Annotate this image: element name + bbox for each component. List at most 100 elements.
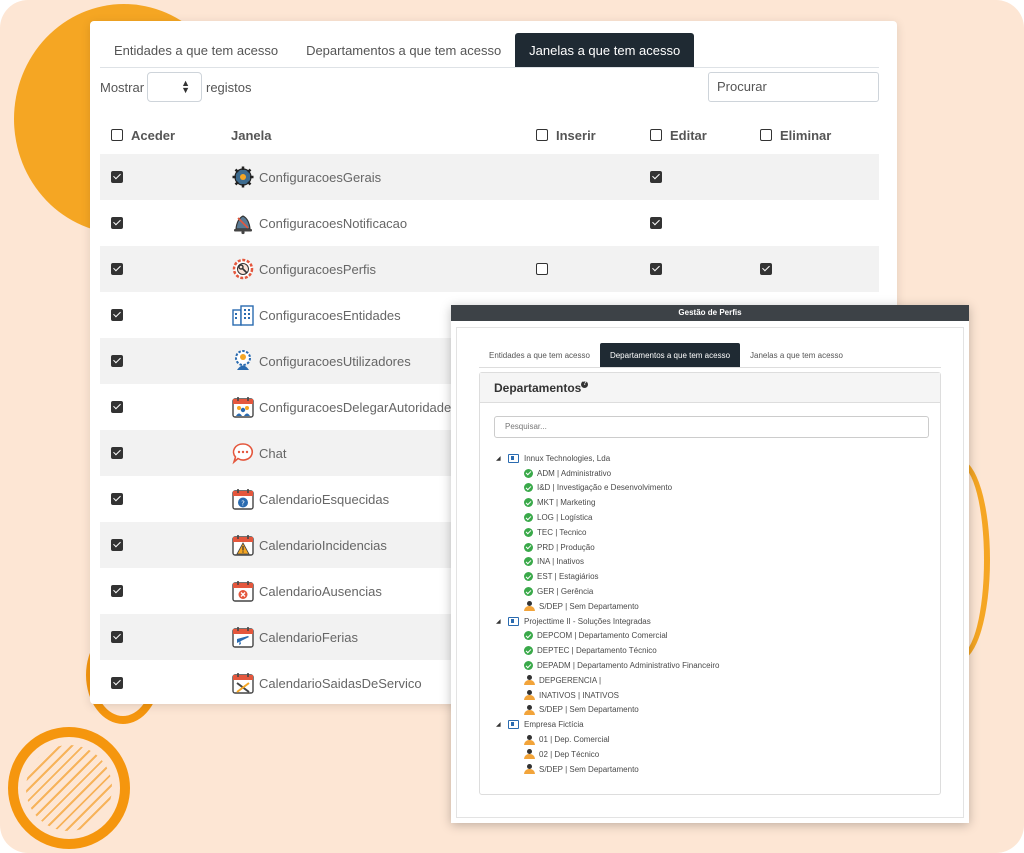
tree-department-node[interactable]: DEPADM | Departamento Administrativo Fin… xyxy=(496,658,930,673)
col-eliminar[interactable]: Eliminar xyxy=(780,128,831,143)
main-tabs: Entidades a que tem acesso Departamentos… xyxy=(100,33,879,68)
company-icon xyxy=(508,616,519,626)
tree-node-label: DEPADM | Departamento Administrativo Fin… xyxy=(537,661,720,671)
table-toolbar: Mostrar ▲ ▼ registos Procurar xyxy=(100,72,879,104)
tree-node-label: EST | Estagiários xyxy=(537,572,599,582)
tree-department-node[interactable]: EST | Estagiários xyxy=(496,569,930,584)
checkbox-eliminar[interactable] xyxy=(760,263,772,275)
checkbox-aceder[interactable] xyxy=(111,263,123,275)
tab-janelas[interactable]: Janelas a que tem acesso xyxy=(515,33,695,67)
tree-node-label: LOG | Logística xyxy=(537,513,593,523)
tree-department-node[interactable]: MKT | Marketing xyxy=(496,495,930,510)
page-size-select[interactable]: ▲ ▼ xyxy=(147,72,202,102)
table-row: ConfiguracoesNotificacao xyxy=(100,200,879,246)
sort-arrows-icon: ▲ ▼ xyxy=(181,78,190,95)
check-circle-icon xyxy=(524,631,533,641)
tree-node-label: Projecttime II - Soluções Integradas xyxy=(524,616,651,626)
tree-department-node[interactable]: GER | Gerência xyxy=(496,584,930,599)
checkbox-aceder[interactable] xyxy=(111,631,123,643)
tab-departamentos[interactable]: Departamentos a que tem acesso xyxy=(292,33,515,67)
checkbox-aceder[interactable] xyxy=(111,493,123,505)
show-label: Mostrar xyxy=(100,80,145,95)
col-aceder[interactable]: Aceder xyxy=(131,128,175,143)
janela-name: CalendarioIncidencias xyxy=(259,537,387,553)
checkbox-editar[interactable] xyxy=(650,171,662,183)
tree-department-node[interactable]: INA | Inativos xyxy=(496,555,930,570)
janela-name: ConfiguracoesEntidades xyxy=(259,307,401,323)
tab-entidades[interactable]: Entidades a que tem acesso xyxy=(100,33,292,67)
checkbox-aceder[interactable] xyxy=(111,447,123,459)
tab-departamentos[interactable]: Departamentos a que tem acesso xyxy=(599,343,741,367)
checkbox-aceder[interactable] xyxy=(111,539,123,551)
tree-node-label: DEPTEC | Departamento Técnico xyxy=(537,646,657,656)
tree-department-node[interactable]: TEC | Tecnico xyxy=(496,525,930,540)
checkbox-aceder[interactable] xyxy=(111,355,123,367)
chat-bubble-icon xyxy=(231,441,255,465)
tree-department-node[interactable]: DEPCOM | Departamento Comercial xyxy=(496,629,930,644)
tree-node-label: INA | Inativos xyxy=(537,557,584,567)
tree-company-node[interactable]: ◢ Empresa Fictícia xyxy=(496,717,930,732)
tree-department-node[interactable]: S/DEP | Sem Departamento xyxy=(496,762,930,777)
table-row: ConfiguracoesGerais xyxy=(100,154,879,200)
header-checkbox-editar[interactable] xyxy=(650,129,662,141)
calendar-question-icon: ? xyxy=(231,487,255,511)
tree-department-node[interactable]: LOG | Logística xyxy=(496,510,930,525)
checkbox-aceder[interactable] xyxy=(111,171,123,183)
panel-title: Departamentos? xyxy=(480,373,940,403)
expand-caret-icon[interactable]: ◢ xyxy=(496,721,504,728)
search-input[interactable]: Procurar xyxy=(708,72,879,102)
dept-search-input[interactable]: Pesquisar... xyxy=(494,416,929,438)
tree-department-node[interactable]: DEPGERENCIA | xyxy=(496,673,930,688)
tree-company-node[interactable]: ◢ Projecttime II - Soluções Integradas xyxy=(496,614,930,629)
tree-department-node[interactable]: S/DEP | Sem Departamento xyxy=(496,599,930,614)
people-icon xyxy=(524,690,535,701)
company-icon xyxy=(508,453,519,463)
people-icon xyxy=(524,675,535,686)
janela-name: CalendarioSaidasDeServico xyxy=(259,675,422,691)
tree-department-node[interactable]: I&D | Investigação e Desenvolvimento xyxy=(496,481,930,496)
department-tree: ◢ Innux Technologies, Lda ADM | Administra… xyxy=(496,451,930,777)
help-icon[interactable]: ? xyxy=(581,381,589,388)
checkbox-editar[interactable] xyxy=(650,263,662,275)
check-circle-icon xyxy=(524,587,533,597)
tree-department-node[interactable]: DEPTEC | Departamento Técnico xyxy=(496,643,930,658)
tree-department-node[interactable]: 02 | Dep Técnico xyxy=(496,747,930,762)
expand-caret-icon[interactable]: ◢ xyxy=(496,618,504,625)
col-janela[interactable]: Janela xyxy=(231,128,271,143)
tree-department-node[interactable]: ADM | Administrativo xyxy=(496,466,930,481)
tree-node-label: S/DEP | Sem Departamento xyxy=(539,705,639,715)
tree-node-label: S/DEP | Sem Departamento xyxy=(539,764,639,774)
calendar-x-icon xyxy=(231,579,255,603)
janela-name: Chat xyxy=(259,445,287,461)
bell-icon xyxy=(231,211,255,235)
tree-node-label: Innux Technologies, Lda xyxy=(524,453,611,463)
tree-department-node[interactable]: 01 | Dep. Comercial xyxy=(496,732,930,747)
checkbox-aceder[interactable] xyxy=(111,677,123,689)
tree-node-label: Empresa Fictícia xyxy=(524,720,584,730)
buildings-icon xyxy=(231,303,255,327)
tab-janelas[interactable]: Janelas a que tem acesso xyxy=(740,343,853,367)
checkbox-inserir[interactable] xyxy=(536,263,548,275)
tree-company-node[interactable]: ◢ Innux Technologies, Lda xyxy=(496,451,930,466)
tree-node-label: 02 | Dep Técnico xyxy=(539,749,600,759)
col-inserir[interactable]: Inserir xyxy=(556,128,596,143)
user-gear-icon xyxy=(231,349,255,373)
tree-department-node[interactable]: PRD | Produção xyxy=(496,540,930,555)
expand-caret-icon[interactable]: ◢ xyxy=(496,455,504,462)
check-circle-icon xyxy=(524,646,533,656)
checkbox-aceder[interactable] xyxy=(111,309,123,321)
tab-entidades[interactable]: Entidades a que tem acesso xyxy=(479,343,600,367)
tree-department-node[interactable]: INATIVOS | INATIVOS xyxy=(496,688,930,703)
header-checkbox-inserir[interactable] xyxy=(536,129,548,141)
header-checkbox-eliminar[interactable] xyxy=(760,129,772,141)
checkbox-aceder[interactable] xyxy=(111,401,123,413)
key-gear-icon xyxy=(231,257,255,281)
tree-department-node[interactable]: S/DEP | Sem Departamento xyxy=(496,703,930,718)
header-checkbox-aceder[interactable] xyxy=(111,129,123,141)
checkbox-aceder[interactable] xyxy=(111,217,123,229)
window-title: Gestão de Perfis xyxy=(451,305,969,321)
checkbox-editar[interactable] xyxy=(650,217,662,229)
col-editar[interactable]: Editar xyxy=(670,128,707,143)
checkbox-aceder[interactable] xyxy=(111,585,123,597)
tree-node-label: DEPGERENCIA | xyxy=(539,675,602,685)
